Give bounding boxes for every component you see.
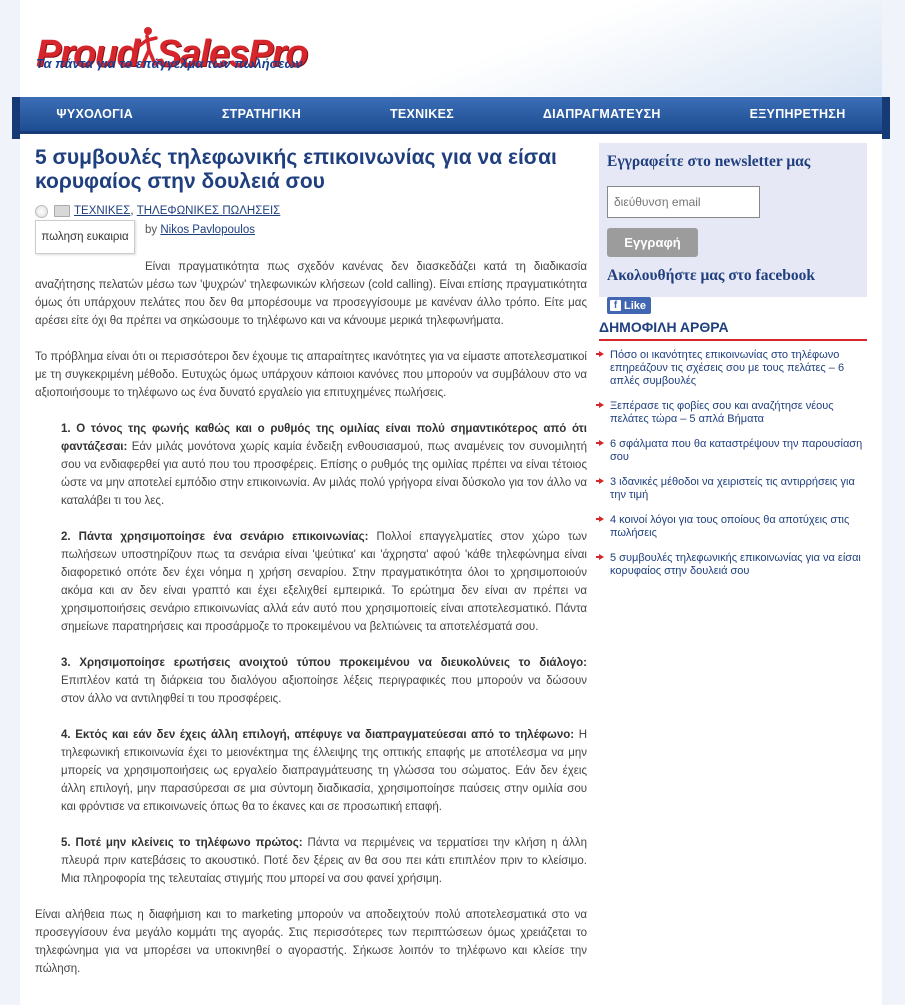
tip-2-text: Πολλοί επαγγελματίες στον χώρο των πωλήσ… [61,531,588,633]
arrow-icon [596,440,604,446]
outro-paragraph: Είναι αλήθεια πως η διαφήμιση και το mar… [35,909,587,975]
tip-5-heading: 5. Ποτέ μην κλείνεις το τηλέφωνο πρώτος: [61,837,303,849]
arrow-icon [596,554,604,560]
tip-2: 2. Πάντα χρησιμοποίησε ένα σενάριο επικο… [61,528,587,636]
byline-label: by [145,224,158,236]
intro-paragraph-2: Το πρόβλημα είναι ότι οι περισσότεροι δε… [35,351,587,399]
newsletter-title: Εγγραφείτε στο newsletter μας [607,153,811,170]
main-nav: ΨΥΧΟΛΟΓΙΑ ΣΤΡΑΤΗΓΙΚΗ ΤΕΧΝΙΚΕΣ ΔΙΑΠΡΑΓΜΑΤ… [12,97,890,139]
arrow-icon [596,516,604,522]
post-byline: by Nikos Pavlopoulos [145,224,255,236]
site-logo[interactable]: Proud SalesPro Τα πάντα για το επάγγελμα… [36,22,316,74]
tip-4-heading: 4. Εκτός και εάν δεν έχεις άλλη επιλογή,… [61,729,575,741]
tip-4: 4. Εκτός και εάν δεν έχεις άλλη επιλογή,… [61,726,587,816]
tip-2-heading: 2. Πάντα χρησιμοποίησε ένα σενάριο επικο… [61,531,369,543]
category-link-techniques[interactable]: ΤΕΧΝΙΚΕΣ [74,205,130,217]
tip-1-text: Εάν μιλάς μονότονα χωρίς καμία ένδειξη ε… [61,441,587,507]
comments-icon [35,204,48,218]
sidebar: Εγγραφείτε στο newsletter μας Εγγραφή Ακ… [596,143,867,590]
tip-1: 1. Ο τόνος της φωνής καθώς και ο ρυθμός … [61,420,587,510]
popular-item[interactable]: 4 κοινοί λόγοι για τους οποίους θα αποτύ… [596,514,867,540]
arrow-icon [596,351,604,357]
folder-icon [54,205,70,217]
nav-item-techniques[interactable]: ΤΕΧΝΙΚΕΣ [390,97,454,131]
facebook-like-button[interactable]: f Like [607,297,652,314]
post-body: Είναι πραγματικότητα πως σχεδόν κανένας … [35,258,587,996]
facebook-icon: f [610,300,621,311]
like-label: Like [624,299,647,312]
popular-title: ΔΗΜΟΦΙΛΗ ΑΡΘΡΑ [599,319,867,341]
nav-right-edge [882,97,890,139]
popular-item-label: Ξεπέρασε τις φοβίες σου και αναζήτησε νέ… [610,400,834,425]
popular-item[interactable]: Πόσο οι ικανότητες επικοινωνίας στο τηλέ… [596,349,867,388]
tip-3: 3. Χρησιμοποίησε ερωτήσεις ανοιχτού τύπο… [61,654,587,708]
tip-4-text: Η τηλεφωνική επικοινωνία έχει το μειονέκ… [61,729,587,813]
nav-item-psychology[interactable]: ΨΥΧΟΛΟΓΙΑ [56,97,133,131]
popular-articles: ΔΗΜΟΦΙΛΗ ΑΡΘΡΑ Πόσο οι ικανότητες επικοι… [596,319,867,578]
nav-left-edge [12,97,20,139]
popular-item-label: Πόσο οι ικανότητες επικοινωνίας στο τηλέ… [610,349,845,387]
post-tag[interactable]: πωληση ευκαιρια [35,220,135,254]
tip-3-text: Επιπλέον κατά τη διάρκεια του διαλόγου α… [61,675,587,705]
tip-5: 5. Ποτέ μην κλείνεις το τηλέφωνο πρώτος:… [61,834,587,888]
arrow-icon [596,402,604,408]
post-title[interactable]: 5 συμβουλές τηλεφωνικής επικοινωνίας για… [35,146,587,194]
facebook-title: Ακολουθήστε μας στο facebook [607,267,815,284]
newsletter-panel: Εγγραφείτε στο newsletter μας Εγγραφή Ακ… [599,143,867,314]
arrow-icon [596,478,604,484]
popular-item[interactable]: 5 συμβουλές τηλεφωνικής επικοινωνίας για… [596,552,867,578]
site-header: Proud SalesPro Τα πάντα για το επάγγελμα… [20,0,882,96]
subscribe-button[interactable]: Εγγραφή [607,228,698,257]
popular-item-label: 5 συμβουλές τηλεφωνικής επικοινωνίας για… [610,552,861,577]
popular-item-label: 3 ιδανικές μέθοδοι να χειριστείς τις αντ… [610,476,855,501]
nav-item-service[interactable]: ΕΞΥΠΗΡΕΤΗΣΗ [750,97,846,131]
category-link-phone-sales[interactable]: ΤΗΛΕΦΩΝΙΚΕΣ ΠΩΛΗΣΕΙΣ [137,205,281,217]
author-link[interactable]: Nikos Pavlopoulos [160,224,255,236]
popular-item[interactable]: 3 ιδανικές μέθοδοι να χειριστείς τις αντ… [596,476,867,502]
popular-item[interactable]: Ξεπέρασε τις φοβίες σου και αναζήτησε νέ… [596,400,867,426]
nav-item-strategy[interactable]: ΣΤΡΑΤΗΓΙΚΗ [222,97,301,131]
post-meta: ΤΕΧΝΙΚΕΣ, ΤΗΛΕΦΩΝΙΚΕΣ ΠΩΛΗΣΕΙΣ [35,202,587,220]
intro-paragraph-1: Είναι πραγματικότητα πως σχεδόν κανένας … [35,261,587,327]
popular-item-label: 6 σφάλματα που θα καταστρέψουν την παρου… [610,438,863,463]
popular-item-label: 4 κοινοί λόγοι για τους οποίους θα αποτύ… [610,514,850,539]
article: 5 συμβουλές τηλεφωνικής επικοινωνίας για… [35,146,587,975]
nav-item-negotiation[interactable]: ΔΙΑΠΡΑΓΜΑΤΕΥΣΗ [543,97,661,131]
tip-3-heading: 3. Χρησιμοποίησε ερωτήσεις ανοιχτού τύπο… [61,657,587,669]
logo-tagline: Τα πάντα για το επάγγελμα των πωλήσεων [36,56,303,71]
popular-item[interactable]: 6 σφάλματα που θα καταστρέψουν την παρου… [596,438,867,464]
email-input[interactable] [607,186,760,218]
